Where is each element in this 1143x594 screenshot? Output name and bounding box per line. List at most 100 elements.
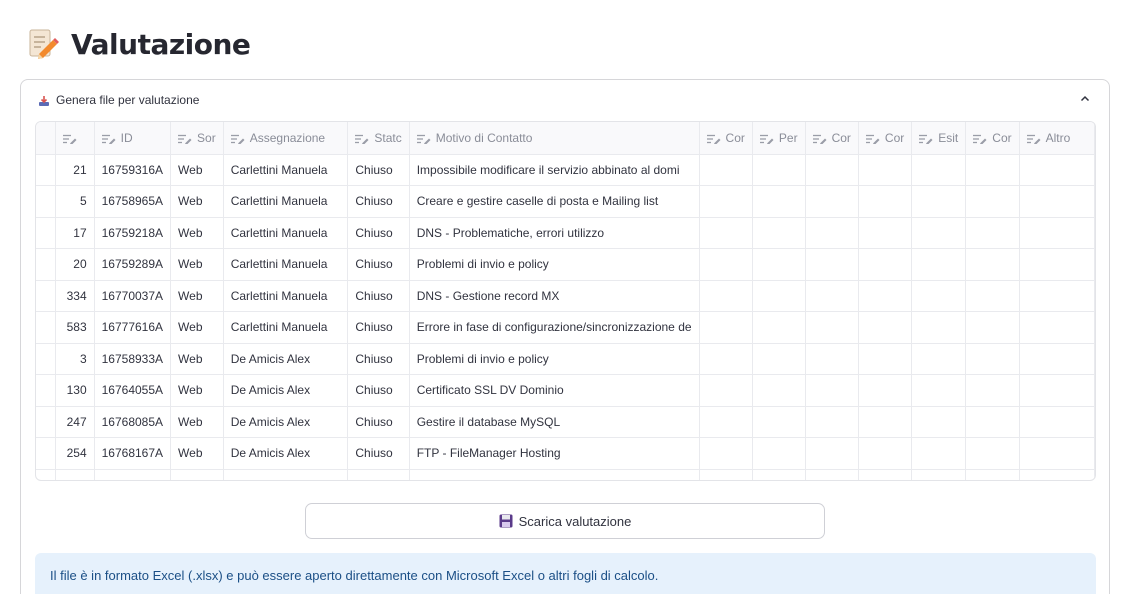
row-selector[interactable] bbox=[36, 185, 57, 218]
table-cell-empty[interactable] bbox=[858, 406, 913, 438]
table-cell-assignee[interactable]: Carlettini Manuela bbox=[223, 217, 349, 249]
table-cell-empty[interactable] bbox=[699, 343, 753, 375]
table-row[interactable]: 20 16759289A Web Carlettini Manuela Chiuso Pr… bbox=[36, 248, 1095, 281]
table-cell-source[interactable]: Web bbox=[170, 343, 224, 375]
column-header[interactable]: Cor bbox=[699, 122, 753, 155]
table-cell-status[interactable]: Chiuso bbox=[347, 311, 410, 344]
table-cell-empty[interactable] bbox=[1019, 406, 1095, 438]
table-cell-empty[interactable] bbox=[911, 343, 967, 375]
download-button[interactable]: Scarica valutazione bbox=[305, 503, 825, 539]
table-cell-source[interactable]: Web bbox=[170, 406, 224, 438]
table-cell-empty[interactable] bbox=[699, 311, 753, 344]
table-cell-empty[interactable] bbox=[911, 437, 967, 470]
table-cell-empty[interactable] bbox=[858, 280, 913, 312]
table-cell-status[interactable]: Chiuso bbox=[347, 248, 410, 281]
table-cell-index[interactable]: 21 bbox=[55, 154, 95, 186]
table-cell-assignee[interactable]: De Amicis Alex bbox=[223, 343, 349, 375]
table-cell-status[interactable]: Chiuso bbox=[347, 374, 410, 407]
row-selector[interactable] bbox=[36, 406, 57, 438]
table-cell-empty[interactable] bbox=[858, 374, 913, 407]
column-header[interactable]: Cor bbox=[965, 122, 1020, 155]
table-cell-assignee[interactable]: Carlettini Manuela bbox=[223, 185, 349, 218]
table-row[interactable]: 3 16758933A Web De Amicis Alex Chiuso Problem… bbox=[36, 343, 1095, 375]
table-cell-empty[interactable] bbox=[1019, 374, 1095, 407]
table-cell-id[interactable]: 16768085A bbox=[94, 406, 172, 438]
table-cell-reason[interactable]: Creare e gestire caselle di posta e Mail… bbox=[409, 185, 700, 218]
column-header[interactable]: Esit bbox=[911, 122, 967, 155]
table-cell-empty[interactable] bbox=[805, 217, 859, 249]
table-cell-index[interactable]: 3 bbox=[55, 343, 95, 375]
table-cell-empty[interactable] bbox=[858, 311, 913, 344]
table-cell-empty[interactable] bbox=[805, 154, 859, 186]
table-cell-status[interactable]: Chiuso bbox=[347, 343, 410, 375]
table-cell-empty[interactable] bbox=[699, 437, 753, 470]
table-cell-empty[interactable] bbox=[699, 374, 753, 407]
table-cell-id[interactable]: 16770037A bbox=[94, 280, 172, 312]
table-cell-empty[interactable] bbox=[965, 343, 1020, 375]
row-selector[interactable] bbox=[36, 217, 57, 249]
table-cell-status[interactable]: Chiuso bbox=[347, 437, 410, 470]
table-cell-reason[interactable]: Gestire il database MySQL bbox=[409, 406, 700, 438]
row-selector-header[interactable] bbox=[36, 122, 57, 155]
row-selector[interactable] bbox=[36, 343, 57, 375]
table-cell-empty[interactable] bbox=[805, 280, 859, 312]
table-cell-id[interactable]: 16759316A bbox=[94, 154, 172, 186]
table-cell-status[interactable]: Chiuso bbox=[347, 154, 410, 186]
table-cell-source[interactable]: Web bbox=[170, 217, 224, 249]
table-cell-empty[interactable] bbox=[911, 154, 967, 186]
table-cell-index[interactable]: 17 bbox=[55, 217, 95, 249]
table-cell-empty[interactable] bbox=[965, 469, 1020, 480]
table-row[interactable]: 583 16777616A Web Carlettini Manuela Chiuso E… bbox=[36, 311, 1095, 344]
table-cell-empty[interactable] bbox=[858, 185, 913, 218]
column-header[interactable] bbox=[55, 122, 95, 155]
table-cell-empty[interactable] bbox=[911, 217, 967, 249]
column-header[interactable]: Cor bbox=[858, 122, 913, 155]
table-cell-empty[interactable] bbox=[805, 406, 859, 438]
column-header[interactable]: Statc bbox=[347, 122, 410, 155]
table-cell-empty[interactable] bbox=[1019, 343, 1095, 375]
table-cell-empty[interactable] bbox=[805, 343, 859, 375]
table-cell-reason[interactable]: DNS - Gestione record MX bbox=[409, 280, 700, 312]
table-cell-status[interactable]: Chiuso bbox=[347, 185, 410, 218]
table-cell-source[interactable]: Web bbox=[170, 280, 224, 312]
table-cell-empty[interactable] bbox=[858, 217, 913, 249]
table-cell-reason[interactable]: DNS - Problematiche, errori utilizzo bbox=[409, 217, 700, 249]
table-cell-empty[interactable] bbox=[965, 248, 1020, 281]
row-selector[interactable] bbox=[36, 437, 57, 470]
table-cell-index[interactable]: 583 bbox=[55, 311, 95, 344]
table-cell-assignee[interactable]: Carlettini Manuela bbox=[223, 248, 349, 281]
table-cell-source[interactable]: Web bbox=[170, 437, 224, 470]
table-cell-empty[interactable] bbox=[805, 185, 859, 218]
table-cell-empty[interactable] bbox=[965, 185, 1020, 218]
table-cell-status[interactable]: Chiuso bbox=[347, 406, 410, 438]
table-cell-assignee[interactable]: Carlettini Manuela bbox=[223, 311, 349, 344]
table-cell-id[interactable]: 16759289A bbox=[94, 248, 172, 281]
table-cell-assignee[interactable]: Carlettini Manuela bbox=[223, 280, 349, 312]
table-cell-empty[interactable] bbox=[752, 248, 806, 281]
table-cell-assignee[interactable]: De Amicis Alex bbox=[223, 374, 349, 407]
table-cell-empty[interactable] bbox=[752, 343, 806, 375]
column-header[interactable]: Altro bbox=[1019, 122, 1095, 155]
table-cell-empty[interactable] bbox=[1019, 154, 1095, 186]
table-row[interactable] bbox=[36, 469, 1095, 480]
table-cell-empty[interactable] bbox=[752, 311, 806, 344]
table-cell-empty[interactable] bbox=[965, 374, 1020, 407]
table-cell-index[interactable]: 5 bbox=[55, 185, 95, 218]
table-row[interactable]: 254 16768167A Web De Amicis Alex Chiuso FTP -… bbox=[36, 437, 1095, 470]
table-cell-status[interactable]: Chiuso bbox=[347, 280, 410, 312]
table-cell-id[interactable]: 16759218A bbox=[94, 217, 172, 249]
table-cell-empty[interactable] bbox=[94, 469, 172, 480]
table-cell-index[interactable]: 254 bbox=[55, 437, 95, 470]
table-cell-reason[interactable]: Impossibile modificare il servizio abbin… bbox=[409, 154, 700, 186]
table-row[interactable]: 247 16768085A Web De Amicis Alex Chiuso Gesti… bbox=[36, 406, 1095, 438]
table-cell-source[interactable]: Web bbox=[170, 374, 224, 407]
table-cell-id[interactable]: 16777616A bbox=[94, 311, 172, 344]
table-cell-empty[interactable] bbox=[752, 280, 806, 312]
table-cell-empty[interactable] bbox=[699, 217, 753, 249]
table-cell-empty[interactable] bbox=[965, 437, 1020, 470]
table-cell-empty[interactable] bbox=[170, 469, 224, 480]
table-cell-empty[interactable] bbox=[409, 469, 700, 480]
table-cell-index[interactable]: 130 bbox=[55, 374, 95, 407]
table-cell-empty[interactable] bbox=[1019, 185, 1095, 218]
table-cell-empty[interactable] bbox=[752, 154, 806, 186]
